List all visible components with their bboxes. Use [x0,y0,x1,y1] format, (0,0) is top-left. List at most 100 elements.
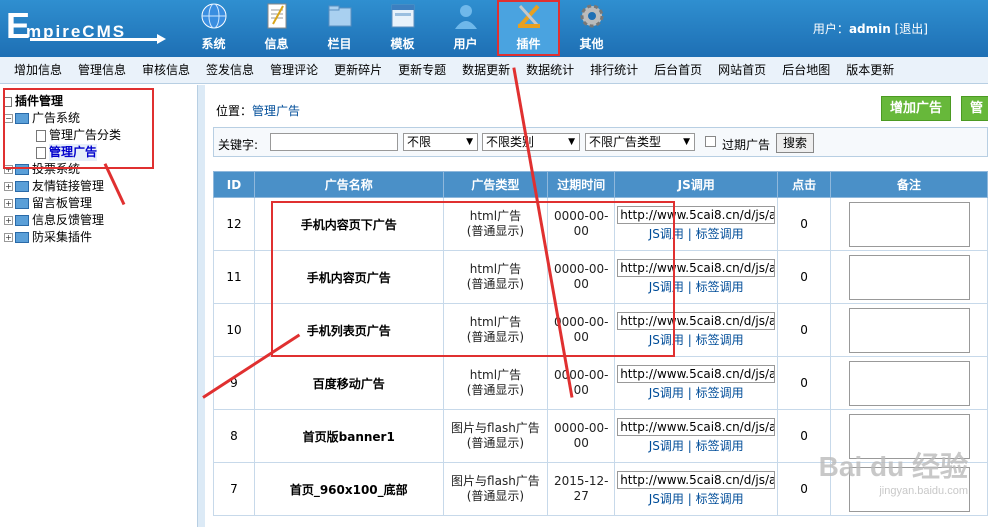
js-url-input[interactable]: http://www.5cai8.cn/d/js/a [617,365,776,383]
col-js[interactable]: JS调用 [614,171,779,198]
dropdown-arrow-icon: ▼ [683,137,690,147]
menu-update-topics[interactable]: 更新专题 [390,57,454,83]
category-select[interactable]: 不限类别 ▼ [482,133,580,151]
col-name[interactable]: 广告名称 [253,171,444,198]
folder-icon [328,5,351,27]
quick-menu: 增加信息 管理信息 审核信息 签发信息 管理评论 更新碎片 更新专题 数据更新 … [0,57,988,84]
tree-item-feedback[interactable]: + 信息反馈管理 [4,212,121,229]
cell-ad-type: 图片与flash广告 (普通显示) [442,462,549,516]
cell-expire: 0000-00- 00 [547,409,616,463]
topnav-other[interactable]: 其他 [560,0,623,56]
menu-admin-home[interactable]: 后台首页 [646,57,710,83]
search-bar: 关键字: 不限 ▼ 不限类别 ▼ 不限广告类型 ▼ 过期广告 搜索 [213,127,988,157]
username: admin [848,22,891,36]
ad-type-select[interactable]: 不限广告类型 ▼ [585,133,695,151]
topnav-column[interactable]: 栏目 [308,0,371,56]
menu-manage-comments[interactable]: 管理评论 [262,57,326,83]
topnav-info[interactable]: 信息 [245,0,308,56]
user-info: 用户：admin [退出] [812,22,928,36]
cell-id: 9 [213,356,255,410]
annotation-box-rows [271,201,675,357]
tree-item-anticollect[interactable]: + 防采集插件 [4,229,121,246]
cell-note [830,303,988,357]
menu-update-fragments[interactable]: 更新碎片 [326,57,390,83]
scope-select[interactable]: 不限 ▼ [403,133,478,151]
search-button[interactable]: 搜索 [776,133,815,153]
cell-id: 8 [213,409,255,463]
cell-id: 7 [213,462,255,516]
menu-add-info[interactable]: 增加信息 [14,57,70,83]
col-clicks[interactable]: 点击 [777,171,832,198]
cell-ad-name[interactable]: 百度移动广告 [253,356,444,410]
menu-data-update[interactable]: 数据更新 [454,57,518,83]
cell-ad-name[interactable]: 首页_960x100_底部 [253,462,444,516]
col-note[interactable]: 备注 [830,171,988,198]
cell-ad-type: html广告 (普通显示) [442,356,549,410]
col-expire[interactable]: 过期时间 [547,171,616,198]
js-call-links[interactable]: JS调用 | 标签调用 [615,437,777,454]
expand-icon[interactable]: + [4,199,13,208]
menu-data-stats[interactable]: 数据统计 [518,57,582,83]
document-icon [267,3,286,29]
logout-link[interactable]: [退出] [895,22,928,36]
breadcrumb-link[interactable]: 管理广告 [252,104,300,118]
expired-checkbox[interactable] [705,136,716,147]
topnav-user[interactable]: 用户 [434,0,497,56]
note-textarea[interactable] [848,307,970,353]
breadcrumb: 位置：管理广告 [216,104,301,118]
baidu-watermark: Bai du 经验 jingyan.baidu.com [818,451,968,497]
menu-sign-info[interactable]: 签发信息 [198,57,262,83]
cell-id: 10 [213,303,255,357]
gear-icon [580,4,603,28]
menu-version-update[interactable]: 版本更新 [838,57,902,83]
note-textarea[interactable] [848,360,970,406]
top-nav: 系统 信息 栏目 模板 用户 插件 其他 [182,0,623,56]
js-url-input[interactable]: http://www.5cai8.cn/d/js/a [617,471,776,489]
annotation-box-tree [3,88,154,169]
js-call-links[interactable]: JS调用 | 标签调用 [615,384,777,401]
note-textarea[interactable] [848,254,970,300]
topnav-system[interactable]: 系统 [182,0,245,56]
keyword-input[interactable] [270,133,398,151]
cell-js: http://www.5cai8.cn/d/js/a JS调用 | 标签调用 [614,409,779,463]
cell-id: 12 [213,197,255,251]
folder-icon [15,215,29,226]
col-id[interactable]: ID [213,171,255,198]
menu-site-home[interactable]: 网站首页 [710,57,774,83]
cell-note [830,356,988,410]
cell-id: 11 [213,250,255,304]
table-header-row: ID 广告名称 广告类型 过期时间 JS调用 点击 备注 [213,171,988,198]
logo-underline-arrow [30,34,166,44]
expired-label: 过期广告 [722,138,771,152]
cell-js: http://www.5cai8.cn/d/js/a JS调用 | 标签调用 [614,462,779,516]
top-header: EmpireCMS 系统 信息 栏目 模板 用户 插件 其他 用户：admin … [0,0,988,57]
dropdown-arrow-icon: ▼ [568,137,575,147]
folder-icon [15,198,29,209]
menu-review-info[interactable]: 审核信息 [134,57,198,83]
cell-ad-type: 图片与flash广告 (普通显示) [442,409,549,463]
cell-note [830,197,988,251]
menu-manage-info[interactable]: 管理信息 [70,57,134,83]
js-url-input[interactable]: http://www.5cai8.cn/d/js/a [617,418,776,436]
tree-item-links[interactable]: + 友情链接管理 [4,178,121,195]
cell-ad-name[interactable]: 首页版banner1 [253,409,444,463]
topnav-plugin[interactable]: 插件 [497,0,560,56]
menu-ranking-stats[interactable]: 排行统计 [582,57,646,83]
table-row: 9 百度移动广告 html广告 (普通显示) 0000-00- 00 http://www.… [213,356,988,410]
topnav-template[interactable]: 模板 [371,0,434,56]
tree-item-guestbook[interactable]: + 留言板管理 [4,195,121,212]
expand-icon[interactable]: + [4,216,13,225]
js-call-links[interactable]: JS调用 | 标签调用 [615,490,777,507]
sidebar-splitter[interactable] [197,85,205,527]
expand-icon[interactable]: + [4,233,13,242]
cell-expire: 0000-00- 00 [547,356,616,410]
folder-icon [15,232,29,243]
menu-admin-map[interactable]: 后台地图 [774,57,838,83]
cell-clicks: 0 [777,250,832,304]
expand-icon[interactable]: + [4,182,13,191]
manage-button[interactable]: 管理 [961,96,988,121]
note-textarea[interactable] [848,201,970,247]
add-ad-button[interactable]: 增加广告 [881,96,952,121]
cell-note [830,250,988,304]
plugin-tools-icon [517,4,540,28]
